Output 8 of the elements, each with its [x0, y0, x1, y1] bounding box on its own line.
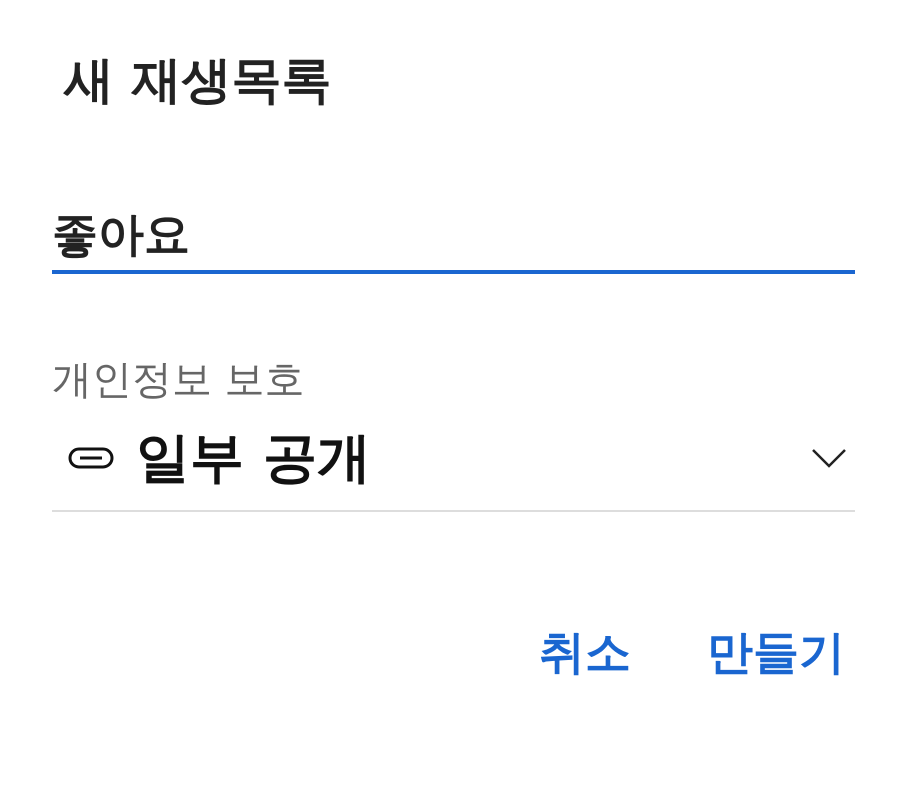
cancel-button[interactable]: 취소: [539, 622, 631, 684]
chevron-down-icon: [811, 448, 847, 468]
link-icon: [68, 447, 114, 469]
privacy-label: 개인정보 보호: [52, 356, 306, 405]
create-button[interactable]: 만들기: [707, 622, 845, 684]
privacy-dropdown[interactable]: 일부 공개: [52, 420, 855, 512]
playlist-name-field[interactable]: 좋아요: [52, 208, 855, 274]
dialog-title: 새 재생목록: [64, 50, 332, 111]
